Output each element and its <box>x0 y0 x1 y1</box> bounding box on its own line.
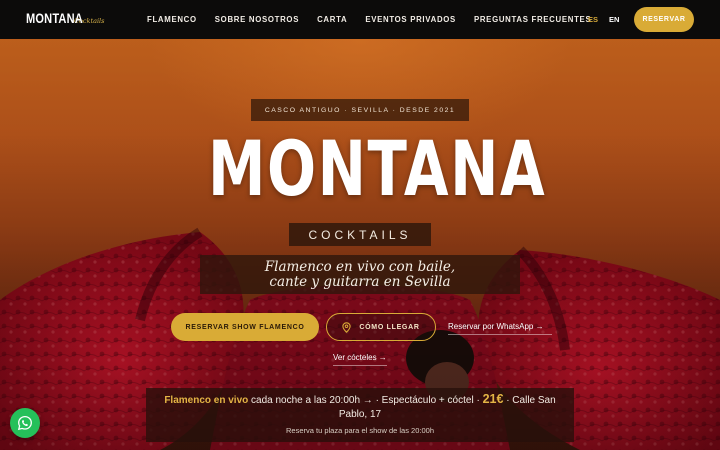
location-eyebrow: CASCO ANTIGUO · SEVILLA · DESDE 2021 <box>251 99 469 121</box>
page-title: MONTANA <box>208 124 547 213</box>
tagline-line-1: Flamenco en vivo con baile, <box>264 259 456 275</box>
whatsapp-icon <box>17 415 32 431</box>
directions-label: CÓMO LLEGAR <box>359 323 420 331</box>
logo-wordmark: MONTANA <box>26 11 83 26</box>
cocktails-subtitle: COCKTAILS <box>289 223 431 246</box>
tagline-line-2: cante y guitarra en Sevilla <box>269 274 451 290</box>
show-info-line: Flamenco en vivo cada noche a las 20:00h… <box>156 392 564 422</box>
top-navigation: MONTANA Cocktails FLAMENCO SOBRE NOSOTRO… <box>0 0 720 39</box>
reserve-flamenco-show-button[interactable]: RESERVAR SHOW FLAMENCO <box>171 313 319 341</box>
reserve-button[interactable]: RESERVAR <box>634 7 694 32</box>
menu-item-sobre-nosotros[interactable]: SOBRE NOSOTROS <box>215 15 299 24</box>
whatsapp-floating-button[interactable] <box>10 408 40 438</box>
language-en[interactable]: EN <box>609 15 619 24</box>
menu-item-preguntas-frecuentes[interactable]: PREGUNTAS FRECUENTES <box>474 15 591 24</box>
language-es[interactable]: ES <box>588 15 598 24</box>
tagline: Flamenco en vivo con baile, cante y guit… <box>200 255 520 294</box>
whatsapp-reserve-link[interactable]: Reservar por WhatsApp → <box>448 322 552 335</box>
menu-item-flamenco[interactable]: FLAMENCO <box>147 15 197 24</box>
show-info-banner: Flamenco en vivo cada noche a las 20:00h… <box>146 388 574 442</box>
logo[interactable]: MONTANA Cocktails <box>26 11 104 26</box>
info-text-a: cada noche a las 20:00h → · Espectáculo … <box>251 395 480 406</box>
directions-button[interactable]: CÓMO LLEGAR <box>326 313 436 341</box>
info-subtext: Reserva tu plaza para el show de las 20:… <box>285 426 434 435</box>
map-pin-icon <box>342 321 352 333</box>
menu-item-carta[interactable]: CARTA <box>317 15 347 24</box>
info-price: 21€ <box>482 392 504 406</box>
view-cocktails-link[interactable]: Ver cócteles → <box>333 353 387 366</box>
main-menu: FLAMENCO SOBRE NOSOTROS CARTA EVENTOS PR… <box>147 15 591 24</box>
menu-item-eventos-privados[interactable]: EVENTOS PRIVADOS <box>365 15 456 24</box>
info-highlight[interactable]: Flamenco en vivo <box>164 395 248 406</box>
